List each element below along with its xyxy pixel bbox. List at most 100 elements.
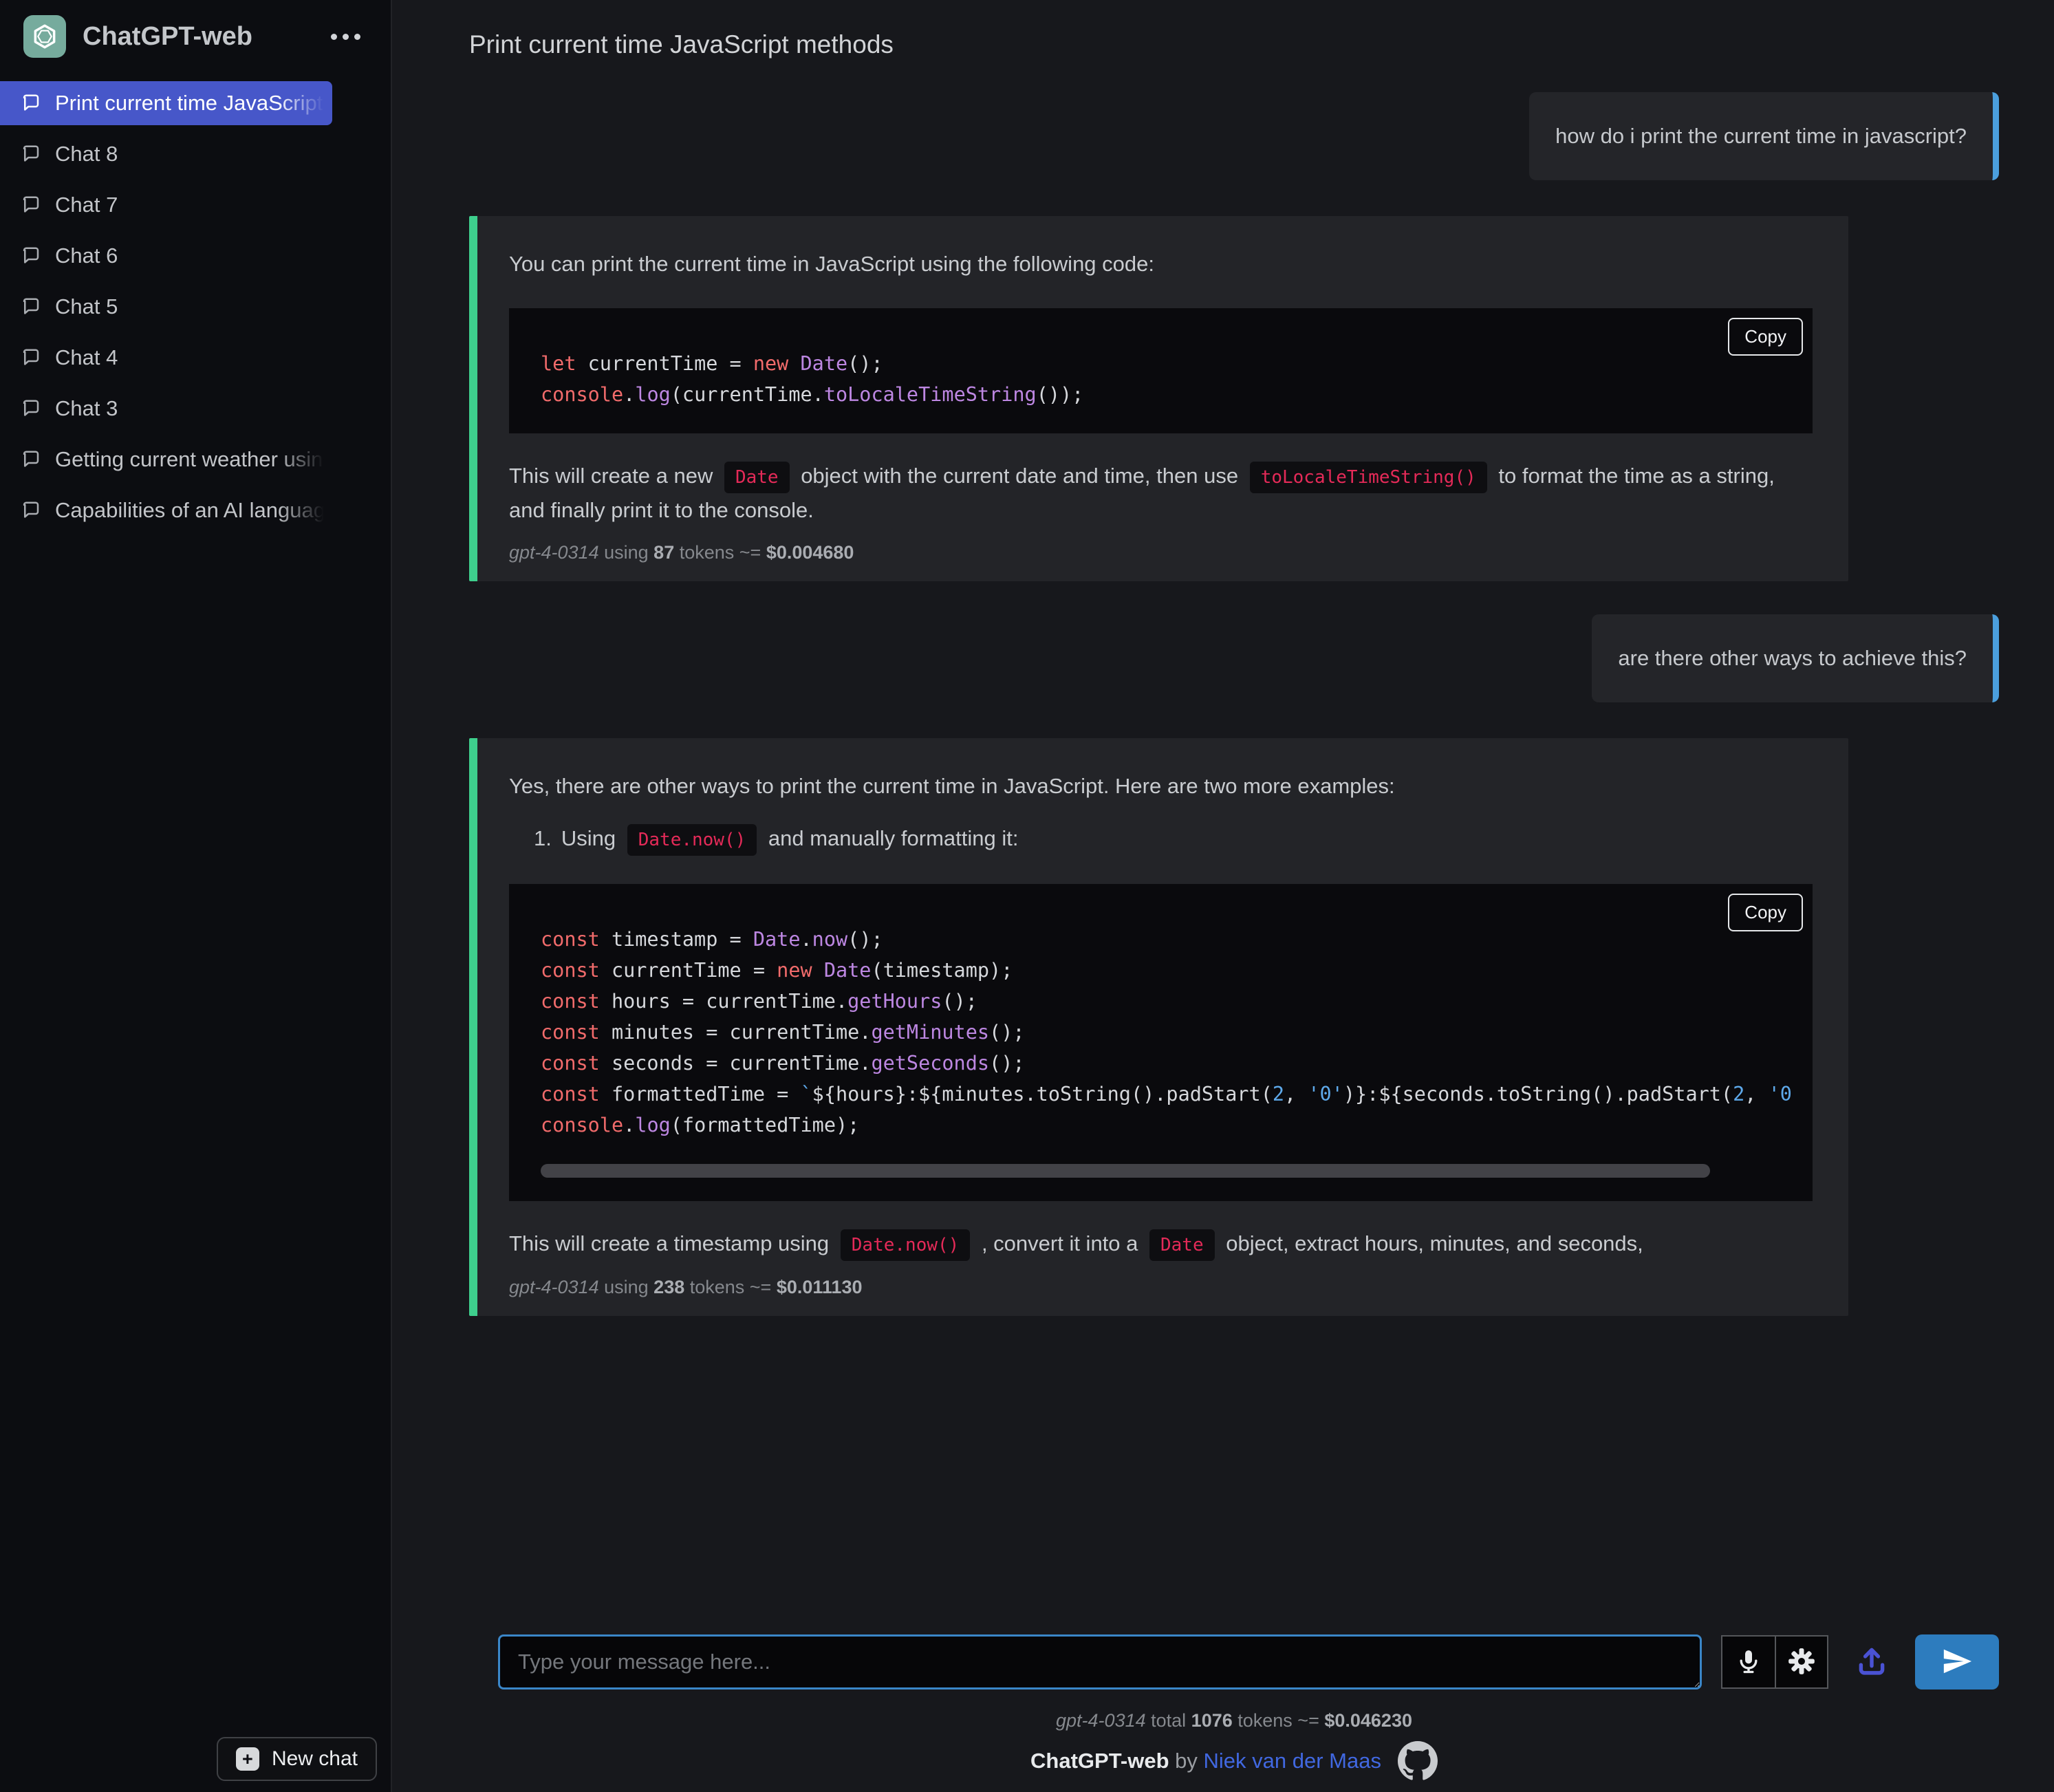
sidebar-item-label: Chat 8 [55,142,332,166]
sidebar-item-2[interactable]: Chat 7 [0,183,332,227]
app-title: ChatGPT-web [83,22,252,52]
chat-bubble-icon [21,500,41,521]
upload-button[interactable] [1855,1644,1889,1681]
sidebar-item-label: Chat 5 [55,294,332,319]
composer [498,1634,1999,1690]
sidebar-item-7[interactable]: Getting current weather using Ja [0,438,332,482]
code-token: (); [989,1021,1024,1044]
code-line: let currentTime = new Date(); [541,348,1782,379]
code-line: console.log(formattedTime); [541,1110,1782,1141]
code-token: log [635,383,670,406]
inline-code: Date [1149,1229,1215,1261]
sidebar-item-1[interactable]: Chat 8 [0,132,332,176]
ordered-list-item: 1. Using Date.now() and manually formatti… [534,822,1813,856]
code-token: 2 [1733,1083,1744,1105]
assistant-message: Yes, there are other ways to print the c… [469,738,1848,1316]
openai-logo-icon [23,15,66,58]
code-line: const formattedTime = `${hours}:${minute… [541,1079,1782,1110]
code-token: , [1744,1083,1768,1105]
footer-app-name: ChatGPT-web [1030,1749,1169,1773]
chat-bubble-icon [21,246,41,266]
list-number: 1. [534,822,552,856]
code-token: let [541,352,588,375]
inline-code: Date [724,462,790,493]
footer-by: by [1169,1749,1204,1773]
main-area: Print current time JavaScript methods ho… [392,0,2054,1792]
sidebar-item-label: Capabilities of an AI language m [55,498,332,523]
code-line: const seconds = currentTime.getSeconds()… [541,1048,1782,1079]
code-line: const hours = currentTime.getHours(); [541,986,1782,1017]
code-token: currentTime = [612,959,777,982]
chat-bubble-icon [21,347,41,368]
code-token: Date [801,352,848,375]
code-token: timestamp = [612,928,753,951]
copy-button[interactable]: Copy [1728,894,1803,931]
sidebar-item-6[interactable]: Chat 3 [0,387,332,431]
code-token: Date [824,959,872,982]
sidebar-item-4[interactable]: Chat 5 [0,285,332,329]
author-link[interactable]: Niek van der Maas [1204,1749,1381,1773]
send-button[interactable] [1915,1634,1999,1690]
code-line: const currentTime = new Date(timestamp); [541,955,1782,986]
user-message: how do i print the current time in javas… [1529,92,1999,180]
horizontal-scrollbar[interactable] [541,1164,1710,1178]
token-usage: gpt-4-0314 using 238 tokens ~= $0.011130 [509,1277,1813,1298]
ellipsis-menu-icon[interactable] [324,27,367,47]
microphone-icon [1735,1648,1762,1677]
total-usage: gpt-4-0314 total 1076 tokens ~= $0.04623… [469,1710,1999,1731]
copy-button[interactable]: Copy [1728,318,1803,356]
code-token: toLocaleTimeString [824,383,1037,406]
send-plane-icon [1941,1645,1973,1679]
text-run: Yes, there are other ways to print the c… [509,774,1395,798]
sidebar-item-3[interactable]: Chat 6 [0,234,332,278]
text-run: Using [561,826,622,850]
page-title: Print current time JavaScript methods [469,30,1999,59]
assistant-message: You can print the current time in JavaSc… [469,216,1848,581]
code-token: . [623,383,635,406]
text-run: This will create a timestamp using [509,1231,835,1255]
chat-bubble-icon [21,144,41,164]
sidebar: ChatGPT-web Print current time JavaScrip… [0,0,392,1792]
bold-value: 87 [653,542,674,563]
chat-bubble-icon [21,398,41,419]
code-token: const [541,990,612,1013]
plus-icon: + [236,1747,259,1771]
bold-value: $0.004680 [766,542,854,563]
code-token: seconds = currentTime. [612,1052,872,1075]
list-text: Using Date.now() and manually formatting… [561,822,1019,856]
sidebar-item-8[interactable]: Capabilities of an AI language m [0,488,332,532]
microphone-button[interactable] [1722,1637,1775,1687]
sidebar-item-label: Chat 3 [55,396,332,421]
chat-bubble-icon [21,449,41,470]
code-token: getSeconds [871,1052,989,1075]
text-run: tokens ~= [674,542,766,563]
model-name: gpt-4-0314 [509,1277,599,1297]
code-token: log [635,1114,670,1136]
github-icon[interactable] [1398,1741,1438,1781]
text-run: You can print the current time in JavaSc… [509,252,1154,276]
assistant-paragraph: Yes, there are other ways to print the c… [509,770,1813,803]
model-name: gpt-4-0314 [1056,1710,1146,1731]
code-token: , [1284,1083,1308,1105]
sidebar-item-5[interactable]: Chat 4 [0,336,332,380]
code-block: Copyconst timestamp = Date.now();const c… [509,884,1813,1201]
sidebar-item-0[interactable]: Print current time JavaScript me [0,81,332,125]
code-token: (formattedTime); [671,1114,860,1136]
assistant-paragraph: You can print the current time in JavaSc… [509,248,1813,281]
sidebar-item-label: Print current time JavaScript me [55,91,332,116]
code-token: )}:${seconds.toString().padStart( [1343,1083,1733,1105]
message-input[interactable] [498,1634,1702,1690]
code-token: (currentTime. [671,383,824,406]
code-token: (); [989,1052,1024,1075]
code-token: (timestamp); [871,959,1013,982]
new-chat-button[interactable]: + New chat [217,1737,377,1781]
code-token: new [777,959,824,982]
code-token: minutes = currentTime. [612,1021,872,1044]
settings-button[interactable] [1775,1637,1827,1687]
model-name: gpt-4-0314 [509,542,599,563]
code-token: ` [801,1083,812,1105]
gear-icon [1788,1648,1815,1677]
bold-value: 1076 [1191,1710,1233,1731]
code-token: const [541,1083,612,1105]
code-token: (); [847,352,883,375]
